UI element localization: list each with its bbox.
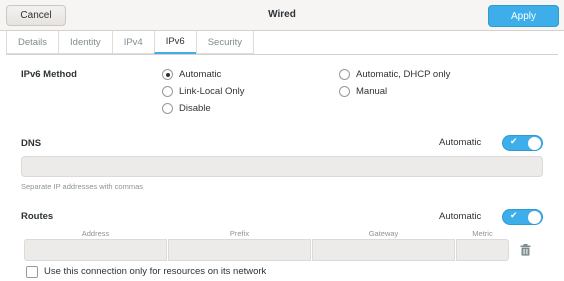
tab-details[interactable]: Details: [6, 31, 60, 54]
radio-indicator[interactable]: [162, 103, 173, 114]
switch-knob: [528, 137, 541, 150]
radio-indicator[interactable]: [162, 86, 173, 97]
radio-manual[interactable]: Manual: [339, 86, 387, 97]
radio-disable[interactable]: Disable: [162, 103, 211, 114]
dns-label: DNS: [21, 138, 42, 149]
column-prefix: Prefix: [229, 229, 250, 238]
route-address-input[interactable]: [24, 239, 167, 261]
radio-automatic-dhcp-label: Automatic, DHCP only: [356, 69, 451, 80]
ipv6-method-label: IPv6 Method: [21, 69, 77, 80]
radio-disable-label: Disable: [179, 103, 211, 114]
radio-link-local-label: Link-Local Only: [179, 86, 245, 97]
radio-indicator[interactable]: [339, 86, 350, 97]
header-bar: Cancel Wired Apply: [0, 0, 564, 31]
check-icon: ✔: [510, 211, 518, 221]
radio-automatic-dhcp[interactable]: Automatic, DHCP only: [339, 69, 450, 80]
only-local-resources-label: Use this connection only for resources o…: [44, 266, 267, 277]
route-gateway-input[interactable]: [312, 239, 455, 261]
tab-ipv4[interactable]: IPv4: [111, 31, 155, 54]
column-gateway: Gateway: [368, 229, 399, 238]
only-local-resources-checkbox[interactable]: [26, 266, 38, 278]
tab-identity[interactable]: Identity: [58, 31, 113, 54]
route-metric-input[interactable]: [456, 239, 509, 261]
tab-security[interactable]: Security: [195, 31, 255, 54]
dns-automatic-switch[interactable]: ✔: [502, 135, 543, 151]
check-icon: ✔: [510, 137, 518, 147]
delete-route-button[interactable]: [514, 239, 536, 261]
column-address: Address: [81, 229, 110, 238]
tab-ipv6[interactable]: IPv6: [153, 31, 197, 54]
radio-indicator[interactable]: [339, 69, 350, 80]
radio-manual-label: Manual: [356, 86, 388, 97]
radio-automatic-label: Automatic: [179, 69, 222, 80]
routes-automatic-switch[interactable]: ✔: [502, 209, 543, 225]
routes-label: Routes: [21, 211, 54, 222]
apply-button[interactable]: Apply: [488, 5, 559, 27]
route-prefix-input[interactable]: [168, 239, 311, 261]
radio-automatic[interactable]: Automatic: [162, 69, 221, 80]
dialog-title: Wired: [268, 9, 296, 20]
radio-indicator[interactable]: [162, 69, 173, 80]
dns-automatic-label: Automatic: [439, 137, 482, 148]
dns-hint: Separate IP addresses with commas: [21, 182, 144, 191]
dns-input[interactable]: [21, 156, 543, 177]
switch-knob: [528, 211, 541, 224]
radio-link-local[interactable]: Link-Local Only: [162, 86, 244, 97]
routes-automatic-label: Automatic: [439, 211, 482, 222]
trash-icon: [520, 244, 530, 256]
tab-bar: Details Identity IPv4 IPv6 Security: [6, 31, 558, 55]
column-metric: Metric: [472, 229, 493, 238]
